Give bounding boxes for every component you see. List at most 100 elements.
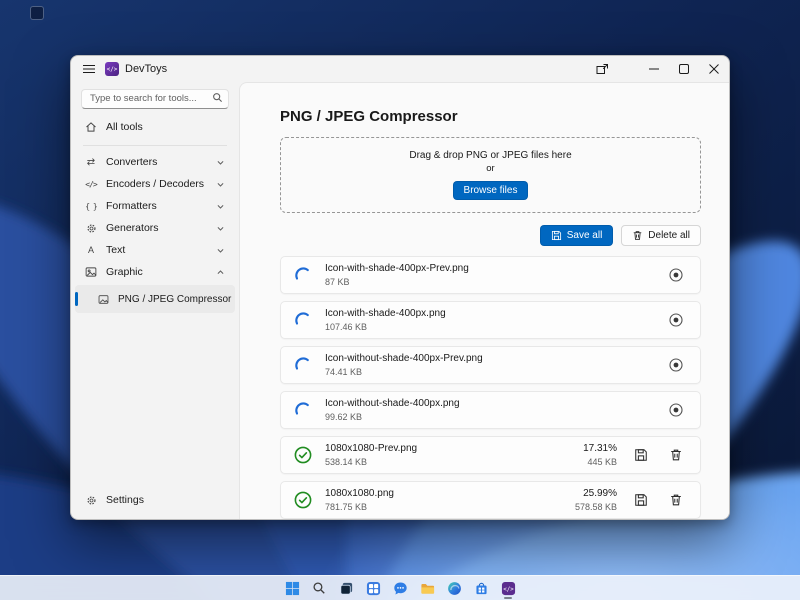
cancel-compression-button[interactable] [665,264,687,286]
nav-toggle-button[interactable] [75,57,103,81]
save-icon [551,230,561,241]
maximize-button[interactable] [669,56,699,82]
sidebar-item-label: Encoders / Decoders [106,178,205,190]
file-size: 99.62 KB [325,412,363,422]
sidebar-item-png-jpeg-compressor[interactable]: PNG / JPEG Compressor [75,285,235,313]
maximize-icon [679,64,689,74]
widgets-button[interactable] [362,577,384,599]
chevron-down-icon [216,158,225,167]
close-button[interactable] [699,56,729,82]
sidebar-item-converters[interactable]: ⇄ Converters [75,151,235,173]
file-size: 107.46 KB [325,322,368,332]
record-stop-icon [669,313,683,327]
cancel-compression-button[interactable] [665,399,687,421]
encoders-decoders-icon: </> [85,179,97,189]
minimize-button[interactable] [639,56,669,82]
cancel-compression-button[interactable] [665,309,687,331]
file-explorer-button[interactable] [416,577,438,599]
tool-search [81,88,229,109]
saved-percent: 17.31% [583,443,617,454]
svg-text:</>: </> [503,587,514,593]
search-input[interactable] [81,88,229,109]
sidebar-item-label: All tools [106,121,143,133]
file-list: Icon-with-shade-400px-Prev.png 87 KB Ico… [280,256,701,519]
chat-button[interactable] [389,577,411,599]
widgets-icon [366,581,380,595]
browse-files-button[interactable]: Browse files [452,181,529,200]
windows-logo-icon [285,581,299,595]
trash-icon [671,449,681,461]
sidebar-item-label: Converters [106,156,158,168]
file-name: Icon-with-shade-400px-Prev.png [325,263,469,274]
browse-files-label: Browse files [463,185,518,196]
file-name: Icon-without-shade-400px.png [325,398,460,409]
sidebar-item-all-tools[interactable]: All tools [75,114,235,140]
save-file-button[interactable] [630,444,652,466]
save-file-button[interactable] [630,489,652,511]
delete-all-label: Delete all [648,230,690,241]
dropzone-text: Drag & drop PNG or JPEG files here [409,150,572,161]
graphic-icon [84,266,98,278]
sidebar-divider [83,145,227,146]
trash-icon [671,494,681,506]
sidebar-item-formatters[interactable]: { } Formatters [75,195,235,217]
bulk-actions: Save all Delete all [280,225,701,246]
file-row: Icon-without-shade-400px-Prev.png 74.41 … [280,346,701,384]
new-file-size: 578.58 KB [574,502,617,512]
converters-icon: ⇄ [86,156,96,168]
formatters-icon: { } [85,201,97,211]
file-size: 74.41 KB [325,367,363,377]
file-name: Icon-with-shade-400px.png [325,308,446,319]
taskbar-search-button[interactable] [308,577,330,599]
sidebar-item-settings[interactable]: Settings [75,487,235,513]
search-icon [213,93,223,103]
delete-all-button[interactable]: Delete all [621,225,701,246]
task-view-button[interactable] [335,577,357,599]
devtoys-icon: </> [501,581,515,595]
titlebar: </> DevToys [71,56,729,82]
file-row: Icon-without-shade-400px.png 99.62 KB [280,391,701,429]
window-title: DevToys [125,63,168,75]
gear-icon [84,495,98,506]
store-button[interactable] [470,577,492,599]
start-button[interactable] [281,577,303,599]
sidebar-item-encoders-decoders[interactable]: </> Encoders / Decoders [75,173,235,195]
sidebar-item-text[interactable]: A Text [75,239,235,261]
delete-file-button[interactable] [665,489,687,511]
close-icon [709,64,719,74]
sidebar-item-generators[interactable]: Generators [75,217,235,239]
sidebar-item-label: Graphic [106,266,143,278]
delete-file-button[interactable] [665,444,687,466]
active-tool-label: PNG / JPEG Compressor [118,293,232,305]
file-size: 87 KB [325,277,350,287]
file-name: Icon-without-shade-400px-Prev.png [325,353,483,364]
home-icon [84,121,98,133]
open-in-new-window-icon [596,64,608,74]
save-all-label: Save all [566,230,603,241]
file-row: Icon-with-shade-400px.png 107.46 KB [280,301,701,339]
file-dropzone[interactable]: Drag & drop PNG or JPEG files here or Br… [280,137,701,213]
cancel-compression-button[interactable] [665,354,687,376]
success-check-icon [293,490,313,510]
main-content: PNG / JPEG Compressor Drag & drop PNG or… [239,82,729,519]
chevron-down-icon [216,180,225,189]
chat-icon [393,582,407,594]
save-icon [635,494,647,506]
file-row: Icon-with-shade-400px-Prev.png 87 KB [280,256,701,294]
file-row: 1080x1080.png 781.75 KB 25.99% 578.58 KB [280,481,701,519]
minimize-icon [649,68,659,70]
settings-label: Settings [106,494,144,506]
dropzone-or-text: or [486,163,495,174]
record-stop-icon [669,403,683,417]
hamburger-icon [83,64,95,74]
file-row: 1080x1080-Prev.png 538.14 KB 17.31% 445 … [280,436,701,474]
open-in-new-window-button[interactable] [587,56,617,82]
save-all-button[interactable]: Save all [539,225,614,246]
file-size: 781.75 KB [325,502,368,512]
edge-button[interactable] [443,577,465,599]
devtoys-taskbar-button[interactable]: </> [497,577,519,599]
recycle-bin-icon[interactable] [30,6,44,20]
sidebar-item-graphic[interactable]: Graphic [75,261,235,283]
record-stop-icon [669,268,683,282]
success-check-icon [293,445,313,465]
